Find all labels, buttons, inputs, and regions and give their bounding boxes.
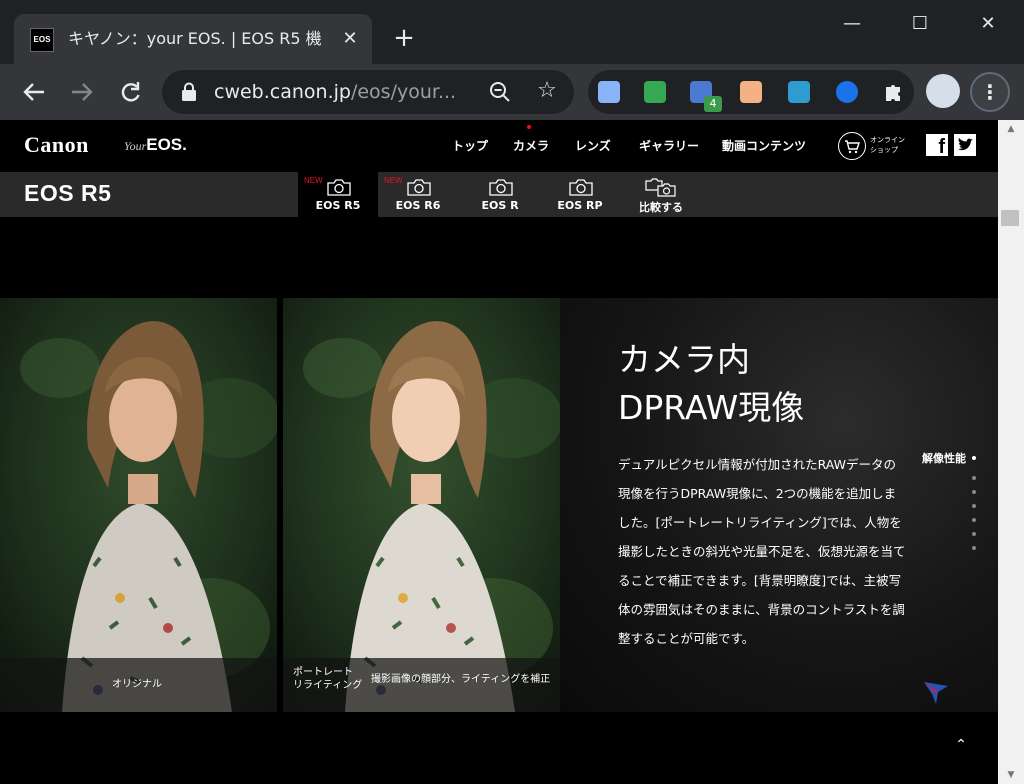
caption-relighting-title: ポートレート リライティング bbox=[293, 667, 363, 691]
browser-tab[interactable]: EOS キヤノン：your EOS. | EOS R5 機 ✕ bbox=[14, 14, 372, 64]
photo-relit: ポートレート リライティング 撮影画像の顔部分、ライティングを補正 bbox=[283, 298, 560, 712]
canon-logo[interactable]: Canon bbox=[24, 132, 89, 158]
notes-extension-icon[interactable] bbox=[598, 81, 620, 103]
scroll-up-icon[interactable]: ▲ bbox=[998, 120, 1024, 138]
minimize-button[interactable]: — bbox=[832, 8, 872, 40]
nav-gallery[interactable]: ギャラリー bbox=[639, 137, 699, 154]
section-dot[interactable] bbox=[972, 546, 976, 550]
new-badge: NEW bbox=[384, 176, 403, 185]
camera-icon bbox=[407, 179, 431, 196]
camera-icon bbox=[489, 179, 513, 196]
section-dot[interactable] bbox=[972, 490, 976, 494]
nav-video[interactable]: 動画コンテンツ bbox=[722, 137, 806, 154]
bookmark-star-icon[interactable]: ☆ bbox=[534, 78, 560, 104]
online-shop-link[interactable]: オンライン ショップ bbox=[870, 135, 905, 155]
portrait-relit-image bbox=[283, 298, 560, 712]
caption-relighting-desc: 撮影画像の顔部分、ライティングを補正 bbox=[371, 674, 551, 685]
feature-title: カメラ内 DPRAW現像 bbox=[618, 340, 805, 427]
tab-eos-r5[interactable]: NEW EOS R5 bbox=[298, 172, 378, 217]
tab-title: キヤノン：your EOS. | EOS R5 機 bbox=[68, 29, 322, 48]
section-indicator-label[interactable]: 解像性能 bbox=[922, 450, 966, 466]
cart-icon[interactable] bbox=[838, 132, 866, 160]
new-badge: NEW bbox=[304, 176, 323, 185]
tab-close-icon[interactable]: ✕ bbox=[338, 27, 362, 51]
share-extension-icon[interactable] bbox=[788, 81, 810, 103]
extensions-area: 4 bbox=[588, 70, 914, 114]
nav-top[interactable]: トップ bbox=[452, 137, 488, 154]
feature-description: デュアルピクセル情報が付加されたRAWデータの現像を行うDPRAW現像に、2つの… bbox=[618, 457, 906, 646]
new-tab-button[interactable]: + bbox=[390, 24, 418, 52]
tab-label: EOS RP bbox=[557, 199, 603, 212]
extension-badge: 4 bbox=[704, 96, 722, 112]
caption-bar: オリジナル bbox=[0, 658, 277, 712]
reload-icon[interactable] bbox=[114, 76, 146, 108]
tab-label: EOS R5 bbox=[315, 199, 361, 212]
tab-compare[interactable]: 比較する bbox=[621, 172, 701, 217]
back-arrow-icon[interactable] bbox=[18, 76, 50, 108]
lock-icon bbox=[182, 82, 196, 101]
facebook-icon[interactable]: f bbox=[926, 134, 948, 156]
url-text: cweb.canon.jp/eos/your... bbox=[214, 81, 457, 103]
caption-bar: ポートレート リライティング 撮影画像の顔部分、ライティングを補正 bbox=[283, 658, 560, 712]
nav-camera[interactable]: カメラ bbox=[513, 137, 549, 154]
section-dot[interactable] bbox=[972, 518, 976, 522]
tab-eos-r6[interactable]: NEW EOS R6 bbox=[378, 172, 458, 217]
forward-arrow-icon[interactable] bbox=[66, 76, 98, 108]
maximize-button[interactable]: ☐ bbox=[900, 8, 940, 40]
browser-toolbar: cweb.canon.jp/eos/your... ☆ 4 ⋮ bbox=[0, 64, 1024, 120]
nav-lens[interactable]: レンズ bbox=[575, 137, 611, 154]
section-dot[interactable] bbox=[972, 476, 976, 480]
puzzle-extensions-icon[interactable] bbox=[882, 81, 904, 103]
nav-active-dot bbox=[527, 125, 531, 129]
tab-label: EOS R6 bbox=[395, 199, 441, 212]
watermark-logo-icon bbox=[924, 682, 948, 704]
address-bar[interactable]: cweb.canon.jp/eos/your... ☆ bbox=[162, 70, 574, 114]
section-dot[interactable] bbox=[972, 456, 976, 460]
face-extension-icon[interactable] bbox=[740, 81, 762, 103]
tab-strip: EOS キヤノン：your EOS. | EOS R5 機 ✕ + — ☐ ✕ bbox=[0, 0, 1024, 64]
profile-avatar[interactable] bbox=[926, 74, 960, 108]
model-title: EOS R5 bbox=[24, 180, 112, 206]
camera-icon bbox=[569, 179, 593, 196]
camera-subnav: EOS R5 NEW EOS R5 NEW EOS R6 EOS R EOS R… bbox=[0, 172, 998, 217]
back-to-top-icon[interactable]: ⌃ bbox=[952, 736, 970, 754]
browser-menu-icon[interactable]: ⋮ bbox=[970, 72, 1010, 112]
tab-label: EOS R bbox=[481, 199, 519, 212]
scroll-thumb[interactable] bbox=[1001, 210, 1019, 226]
photo-original: オリジナル bbox=[0, 298, 277, 712]
twitter-icon[interactable] bbox=[954, 134, 976, 156]
tab-eos-r[interactable]: EOS R bbox=[460, 172, 540, 217]
feature-panel: カメラ内 DPRAW現像 デュアルピクセル情報が付加されたRAWデータの現像を行う… bbox=[560, 298, 998, 712]
compare-cameras-icon bbox=[645, 178, 676, 197]
portrait-original-image bbox=[0, 298, 277, 712]
mail-extension-icon[interactable] bbox=[644, 81, 666, 103]
section-dot[interactable] bbox=[972, 504, 976, 508]
scroll-down-icon[interactable]: ▼ bbox=[998, 766, 1024, 784]
page-scrollbar[interactable]: ▲ ▼ bbox=[998, 120, 1024, 784]
section-dot[interactable] bbox=[972, 532, 976, 536]
tab-label: 比較する bbox=[639, 201, 683, 214]
your-eos-logo[interactable]: YourEOS. bbox=[124, 135, 187, 155]
site-header: Canon YourEOS. トップ カメラ レンズ ギャラリー 動画コンテンツ… bbox=[0, 120, 998, 172]
page-viewport: Canon YourEOS. トップ カメラ レンズ ギャラリー 動画コンテンツ… bbox=[0, 120, 998, 784]
camera-icon bbox=[327, 179, 351, 196]
tab-eos-rp[interactable]: EOS RP bbox=[540, 172, 620, 217]
eos-favicon-icon: EOS bbox=[30, 28, 54, 52]
close-window-button[interactable]: ✕ bbox=[968, 8, 1008, 40]
search-extension-icon[interactable] bbox=[836, 81, 858, 103]
zoom-out-icon[interactable] bbox=[488, 80, 512, 104]
caption-original: オリジナル bbox=[112, 679, 162, 690]
